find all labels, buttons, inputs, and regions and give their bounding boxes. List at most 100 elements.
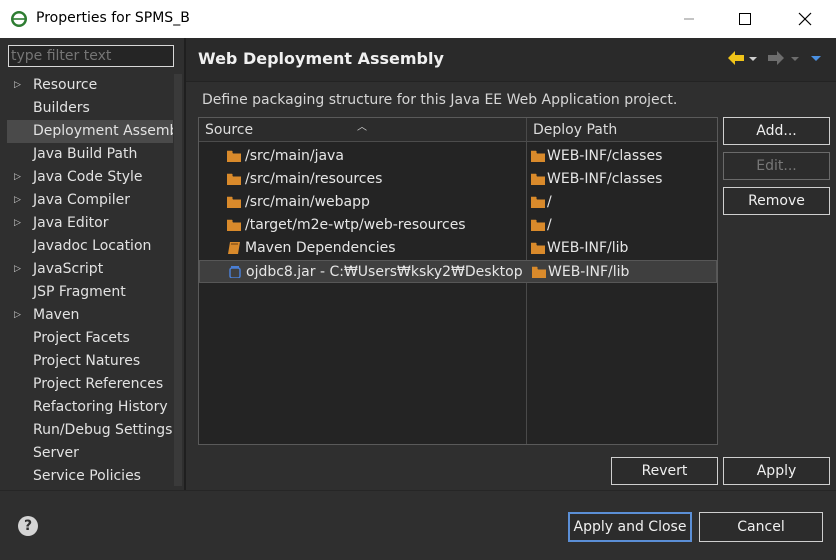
sidebar-item[interactable]: JSP Fragment <box>7 281 173 304</box>
table-header: Source ︿ Deploy Path <box>199 118 717 142</box>
source-cell: /src/main/java <box>245 148 344 164</box>
sidebar-item-label: Project Natures <box>33 353 141 369</box>
sidebar-item[interactable]: Project Natures <box>7 350 173 373</box>
sidebar-item-label: Refactoring History <box>33 399 168 415</box>
sidebar-item[interactable]: Service Policies <box>7 465 173 488</box>
expand-arrow-icon[interactable]: ▷ <box>14 166 24 189</box>
sidebar-item-label: Maven <box>33 307 80 323</box>
table-row[interactable]: /target/m2e-wtp/web-resources / <box>199 214 717 237</box>
revert-button[interactable]: Revert <box>611 457 718 485</box>
sidebar-item[interactable]: Javadoc Location <box>7 235 173 258</box>
close-icon <box>798 12 812 26</box>
source-cell: /src/main/webapp <box>245 194 370 210</box>
remove-button[interactable]: Remove <box>723 187 830 215</box>
edit-button[interactable]: Edit... <box>723 152 830 180</box>
sidebar-item[interactable]: ▷ Java Code Style <box>7 166 173 189</box>
table-row[interactable]: /src/main/webapp / <box>199 191 717 214</box>
sidebar-item-label: JavaScript <box>33 261 104 277</box>
assembly-table: Source ︿ Deploy Path /src/main/java WEB-I… <box>198 117 718 445</box>
maximize-icon <box>739 13 751 25</box>
sidebar-item-label: Project References <box>33 376 164 392</box>
deploy-path-cell: WEB-INF/lib <box>547 240 629 256</box>
sidebar-item[interactable]: ▷ Java Editor <box>7 212 173 235</box>
title-bar: Properties for SPMS_B <box>0 0 836 38</box>
deploy-path-cell: WEB-INF/classes <box>547 148 663 164</box>
apply-and-close-button[interactable]: Apply and Close <box>568 512 692 542</box>
category-tree: ▷ Resource Builders Deployment Assembly Java… <box>7 74 173 488</box>
sidebar-item[interactable]: Run/Debug Settings <box>7 419 173 442</box>
sidebar-item[interactable]: Java Build Path <box>7 143 173 166</box>
sidebar-item[interactable]: Server <box>7 442 173 465</box>
sidebar-item[interactable]: ▷ Resource <box>7 74 173 97</box>
deploy-path-column-header[interactable]: Deploy Path <box>527 118 717 142</box>
sidebar-item[interactable]: Project References <box>7 373 173 396</box>
folder-icon <box>227 219 241 231</box>
deploy-path-cell: WEB-INF/classes <box>547 171 663 187</box>
sidebar-item[interactable]: Project Facets <box>7 327 173 350</box>
category-scrollbar[interactable] <box>174 74 182 486</box>
close-button[interactable] <box>776 0 834 38</box>
sidebar-item-label: Java Editor <box>33 215 109 231</box>
library-icon <box>228 242 240 254</box>
sidebar-item-label: Resource <box>33 77 98 93</box>
folder-icon <box>227 196 241 208</box>
deploy-folder-icon <box>531 219 545 231</box>
sidebar-item[interactable]: Refactoring History <box>7 396 173 419</box>
expand-arrow-icon[interactable]: ▷ <box>14 212 24 235</box>
sidebar-item[interactable]: Deployment Assembly <box>7 120 173 143</box>
table-row[interactable]: /src/main/java WEB-INF/classes <box>199 145 717 168</box>
sidebar-item[interactable]: ▷ Maven <box>7 304 173 327</box>
source-cell: /src/main/resources <box>245 171 383 187</box>
sidebar-item-label: Java Code Style <box>33 169 143 185</box>
deploy-folder-icon <box>532 266 546 278</box>
expand-arrow-icon[interactable]: ▷ <box>14 74 24 97</box>
folder-icon <box>227 173 241 185</box>
add-button[interactable]: Add... <box>723 117 830 145</box>
source-cell: /target/m2e-wtp/web-resources <box>245 217 466 233</box>
dialog-footer: ? Apply and Close Cancel <box>0 490 836 560</box>
sidebar-item-label: Run/Debug Settings <box>33 422 173 438</box>
expand-arrow-icon[interactable]: ▷ <box>14 304 24 327</box>
sidebar-item-label: Java Build Path <box>33 146 138 162</box>
sidebar-item[interactable]: ▷ JavaScript <box>7 258 173 281</box>
sidebar-item-label: JSP Fragment <box>33 284 126 300</box>
page-header: Web Deployment Assembly <box>186 38 836 82</box>
deploy-path-cell: / <box>547 194 552 210</box>
minimize-icon <box>684 18 694 20</box>
deploy-folder-icon <box>531 150 545 162</box>
back-arrow-icon[interactable] <box>726 48 746 68</box>
apply-button[interactable]: Apply <box>723 457 830 485</box>
minimize-button[interactable] <box>660 0 718 38</box>
sidebar-item[interactable]: ▷ Java Compiler <box>7 189 173 212</box>
expand-arrow-icon[interactable]: ▷ <box>14 189 24 212</box>
view-menu-icon[interactable] <box>810 48 822 68</box>
deploy-folder-icon <box>531 242 545 254</box>
sort-up-icon: ︿ <box>357 122 367 133</box>
expand-arrow-icon[interactable]: ▷ <box>14 258 24 281</box>
sidebar-item-label: Java Compiler <box>33 192 131 208</box>
sidebar-item-label: Service Policies <box>33 468 141 484</box>
folder-icon <box>227 150 241 162</box>
page-panel: Web Deployment Assembly Define packaging… <box>186 38 836 490</box>
deploy-folder-icon <box>531 173 545 185</box>
forward-menu-chevron-icon[interactable] <box>790 48 800 68</box>
table-row[interactable]: Maven Dependencies WEB-INF/lib <box>199 237 717 260</box>
table-row[interactable]: /src/main/resources WEB-INF/classes <box>199 168 717 191</box>
table-row[interactable]: ojdbc8.jar - C:₩Users₩ksky2₩Desktop WEB-I… <box>199 260 717 283</box>
deploy-folder-icon <box>531 196 545 208</box>
sidebar-item-label: Builders <box>33 100 90 116</box>
deploy-path-cell: / <box>547 217 552 233</box>
cancel-button[interactable]: Cancel <box>699 512 823 542</box>
category-panel: ▷ Resource Builders Deployment Assembly Java… <box>0 38 186 490</box>
sidebar-item-label: Server <box>33 445 79 461</box>
help-icon[interactable]: ? <box>18 516 38 536</box>
window-title: Properties for SPMS_B <box>36 10 190 26</box>
maximize-button[interactable] <box>716 0 774 38</box>
forward-arrow-icon[interactable] <box>766 48 786 68</box>
sidebar-item[interactable]: Builders <box>7 97 173 120</box>
filter-input[interactable] <box>8 45 174 67</box>
jar-icon <box>229 266 241 278</box>
back-menu-chevron-icon[interactable] <box>748 48 758 68</box>
page-description: Define packaging structure for this Java… <box>202 92 678 108</box>
source-cell: Maven Dependencies <box>245 240 396 256</box>
